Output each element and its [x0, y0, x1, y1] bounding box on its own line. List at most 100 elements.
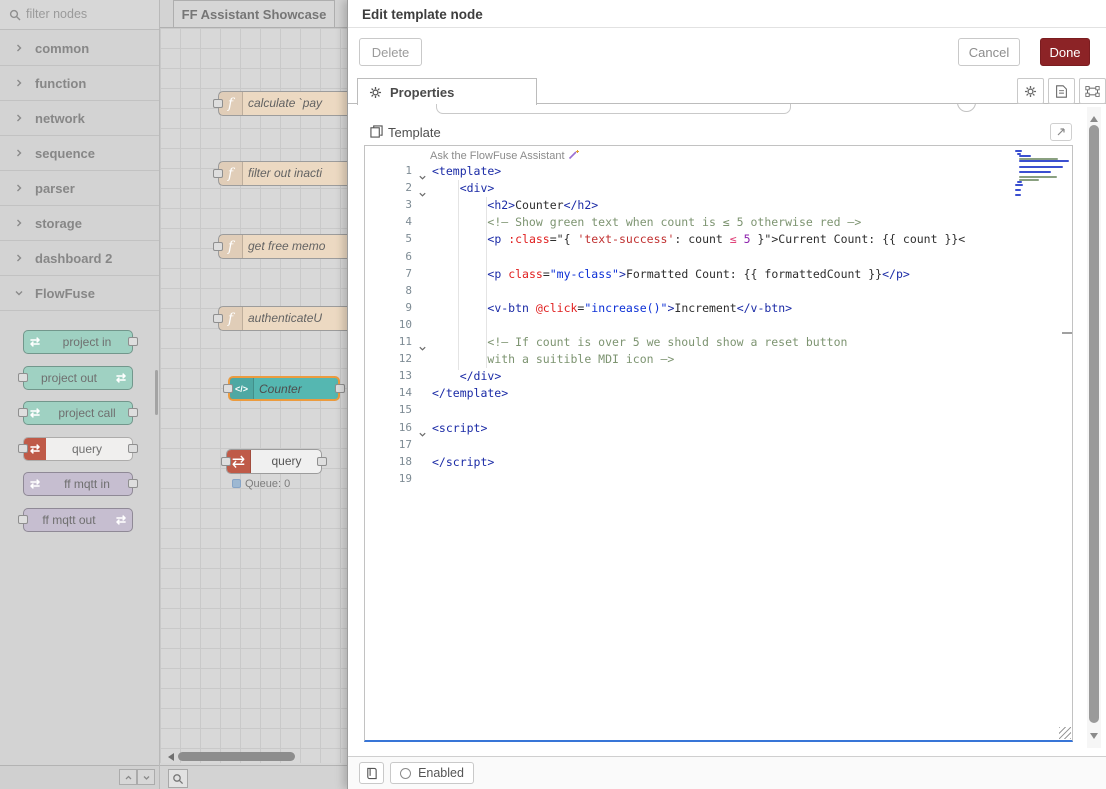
enabled-toggle-button[interactable]: Enabled	[390, 762, 474, 784]
node-port[interactable]	[18, 444, 28, 453]
palette-node-project-out[interactable]: ⇄project out	[23, 366, 133, 390]
partial-name-input[interactable]	[436, 104, 791, 114]
library-button[interactable]	[359, 762, 384, 784]
code-line: 7 <p class="my-class">Formatted Count: {…	[365, 266, 1072, 283]
flow-node-authenticateu[interactable]: fauthenticateU	[218, 306, 347, 331]
node-appearance-button[interactable]	[1079, 78, 1106, 104]
minimap-line	[1019, 160, 1069, 162]
node-settings-button[interactable]	[1017, 78, 1044, 104]
code-text: </div>	[432, 369, 501, 383]
code-icon: </>	[230, 378, 254, 399]
flow-node-filter-out-inacti[interactable]: ffilter out inacti	[218, 161, 347, 186]
node-port[interactable]	[213, 314, 223, 323]
palette-node-label: project out	[24, 367, 132, 389]
palette-category-network[interactable]: network	[0, 101, 159, 136]
node-description-button[interactable]	[1048, 78, 1075, 104]
tab-properties[interactable]: Properties	[357, 78, 537, 105]
node-port[interactable]	[18, 373, 28, 382]
flow-node-query[interactable]: ⇄query	[226, 449, 322, 474]
flow-node-get-free-memo[interactable]: fget free memo	[218, 234, 347, 259]
assistant-hint[interactable]: Ask the FlowFuse Assistant	[430, 149, 580, 162]
line-number: 12	[365, 352, 412, 365]
template-code-editor[interactable]: Ask the FlowFuse Assistant 1<template>2 …	[364, 145, 1073, 742]
node-port[interactable]	[221, 457, 231, 466]
overview-ruler-mark	[1062, 332, 1072, 334]
node-port[interactable]	[213, 169, 223, 178]
line-number: 13	[365, 369, 412, 382]
palette-category-common[interactable]: common	[0, 31, 159, 66]
code-line: 13 </div>	[365, 368, 1072, 385]
flow-node-counter[interactable]: </>Counter	[228, 376, 340, 401]
cancel-button[interactable]: Cancel	[958, 38, 1020, 66]
node-port[interactable]	[128, 479, 138, 488]
palette-filter-input[interactable]: filter nodes	[0, 0, 159, 30]
delete-button[interactable]: Delete	[359, 38, 422, 66]
code-line: 11 <!— If count is over 5 we should show…	[365, 334, 1072, 351]
node-port[interactable]	[128, 408, 138, 417]
scroll-down-arrow-icon[interactable]	[1090, 733, 1098, 743]
editor-minimap[interactable]	[1015, 148, 1071, 198]
palette-node-project-call[interactable]: ⇄project call	[23, 401, 133, 425]
partial-help-button[interactable]	[957, 104, 976, 112]
minimap-line	[1015, 184, 1023, 186]
template-field-label: Template	[388, 125, 441, 140]
minimap-line	[1019, 179, 1038, 181]
flow-canvas[interactable]: FF Assistant Showcase fcalculate `pay ffi…	[160, 0, 347, 789]
code-line: 3 <h2>Counter</h2>	[365, 197, 1072, 214]
node-port[interactable]	[128, 337, 138, 346]
palette-node-ff-mqtt-out[interactable]: ⇄ff mqtt out	[23, 508, 133, 532]
node-port[interactable]	[18, 408, 28, 417]
flow-tab[interactable]: FF Assistant Showcase	[173, 0, 335, 28]
canvas-horizontal-scrollbar[interactable]	[178, 752, 295, 761]
dialog-scrollbar-thumb[interactable]	[1089, 125, 1099, 723]
done-button[interactable]: Done	[1040, 38, 1090, 66]
flow-node-calculate-pay[interactable]: fcalculate `pay	[218, 91, 347, 116]
palette-category-flowfuse[interactable]: FlowFuse	[0, 276, 159, 311]
palette-category-sequence[interactable]: sequence	[0, 136, 159, 171]
code-text: <div>	[432, 181, 494, 195]
code-text: </template>	[432, 386, 508, 400]
minimap-line	[1019, 155, 1031, 157]
node-port[interactable]	[213, 99, 223, 108]
queue-badge: Queue: 0	[232, 478, 290, 490]
code-line: 9 <v-btn @click="increase()">Increment</…	[365, 300, 1072, 317]
node-port[interactable]	[223, 384, 233, 393]
scroll-left-arrow-icon[interactable]	[164, 753, 174, 761]
node-port[interactable]	[317, 457, 327, 466]
line-number: 10	[365, 318, 412, 331]
line-number: 15	[365, 403, 412, 416]
palette-node-ff-mqtt-in[interactable]: ⇄ff mqtt in	[23, 472, 133, 496]
palette-category-dashboard-2[interactable]: dashboard 2	[0, 241, 159, 276]
zoom-search-button[interactable]	[168, 769, 188, 788]
line-number: 19	[365, 472, 412, 485]
node-port[interactable]	[128, 444, 138, 453]
dialog-scrollbar[interactable]	[1087, 107, 1101, 748]
palette-node-query[interactable]: ⇄query	[23, 437, 133, 461]
dialog-header: Edit template node	[348, 0, 1106, 28]
minimap-line	[1019, 176, 1056, 178]
palette-footer	[0, 765, 159, 789]
flow-nodes: fcalculate `pay ffilter out inacti fget fr…	[160, 28, 347, 789]
palette-category-function[interactable]: function	[0, 66, 159, 101]
code-line: 4 <!— Show green text when count is ≤ 5 …	[365, 214, 1072, 231]
palette-node-label: query	[24, 438, 132, 460]
expand-editor-button[interactable]	[1050, 123, 1072, 141]
tab-properties-label: Properties	[390, 85, 454, 100]
palette-scrollbar[interactable]	[155, 370, 158, 415]
code-text: <!— Show green text when count is ≤ 5 ot…	[432, 215, 861, 229]
code-text: with a suitible MDI icon —>	[432, 352, 674, 366]
scroll-up-arrow-icon[interactable]	[1090, 112, 1098, 122]
collapse-all-button[interactable]	[119, 769, 137, 785]
palette-category-storage[interactable]: storage	[0, 206, 159, 241]
code-text: <script>	[432, 421, 487, 435]
node-port[interactable]	[335, 384, 345, 393]
flow-node-label: query	[256, 450, 317, 472]
node-port[interactable]	[213, 242, 223, 251]
expand-all-button[interactable]	[137, 769, 155, 785]
line-number: 7	[365, 267, 412, 280]
palette-node-project-in[interactable]: ⇄project in	[23, 330, 133, 354]
palette-category-parser[interactable]: parser	[0, 171, 159, 206]
editor-resize-grip[interactable]	[1059, 727, 1071, 739]
palette-category-label: sequence	[35, 146, 95, 161]
node-port[interactable]	[18, 515, 28, 524]
